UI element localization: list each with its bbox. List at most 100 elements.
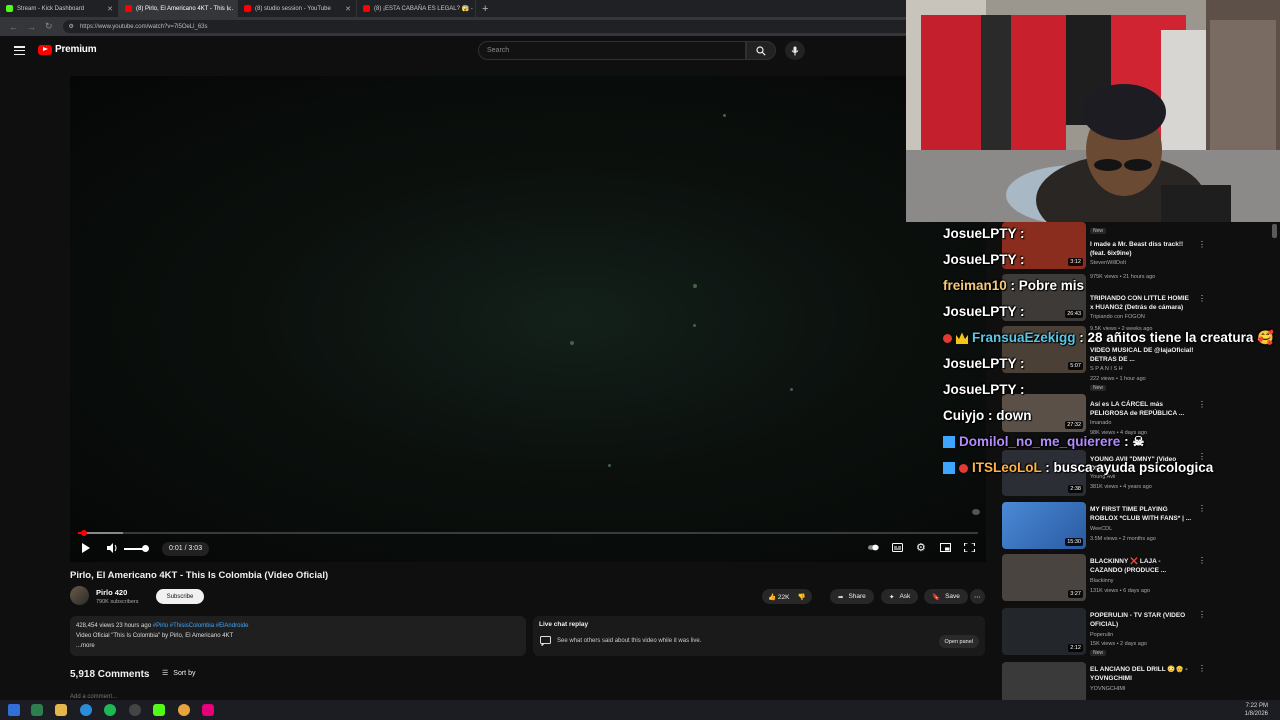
duration-badge: 15:30 [1065,538,1083,546]
volume-knob[interactable] [142,545,149,552]
channel-name[interactable]: Pirlo 420 [96,588,127,597]
file-explorer-icon[interactable] [55,704,67,716]
system-clock[interactable]: 7:22 PM 1/8/2026 [1245,702,1268,718]
more-vertical-icon[interactable]: ⋮ [1198,664,1206,673]
search-button[interactable] [746,41,776,60]
kick-favicon-icon [6,5,13,12]
recommended-video[interactable]: EL ANCIANO DEL DRILL 😳👴 - YOVNGCHIMI YOV… [1002,662,1280,700]
start-menu-icon[interactable] [8,704,20,716]
video-progress-bar[interactable] [78,530,978,536]
video-frame-detail [693,324,696,327]
recommended-title[interactable]: EL ANCIANO DEL DRILL 😳👴 - YOVNGCHIMI [1090,665,1194,683]
chat-text: Pobre mis [1018,278,1085,293]
video-description[interactable]: 428,454 views 23 hours ago #Pirlo #Thisi… [70,616,526,656]
sparkle-icon: ✦ [889,593,895,601]
chrome-icon[interactable] [178,704,190,716]
edge-browser-icon[interactable] [80,704,92,716]
close-tab-icon[interactable]: ✕ [226,5,232,13]
kick-icon[interactable] [153,704,165,716]
recommended-video[interactable]: 15:30 MY FIRST TIME PLAYING ROBLOX *CLUB… [1002,502,1280,554]
thumbs-down-icon: 👎 [797,593,806,601]
recommended-channel[interactable]: WeeCDL [1090,526,1112,532]
channel-avatar[interactable] [70,586,89,605]
back-icon[interactable]: ← [9,22,18,32]
browser-tab[interactable]: Stream - Kick Dashboard ✕ [0,0,119,17]
taskbar-app-icon[interactable] [202,704,214,716]
subtitles-icon[interactable] [892,543,903,552]
url-field[interactable]: ⚙ https://www.youtube.com/watch?v=7l5OeL… [62,20,923,33]
sort-icon: ☰ [162,670,169,677]
site-info-icon[interactable]: ⚙ [69,23,74,30]
close-tab-icon[interactable]: ✕ [107,5,113,13]
video-player[interactable] [70,76,986,562]
subscriber-count: 790K subscribers [96,599,139,605]
autoplay-toggle-icon[interactable] [868,543,879,552]
duration-badge: 2:38 [1068,485,1083,493]
close-tab-icon[interactable]: ✕ [464,5,470,13]
play-icon[interactable] [82,543,90,553]
close-tab-icon[interactable]: ✕ [345,5,351,13]
hamburger-menu-icon[interactable] [14,46,25,55]
comments-count: 5,918 Comments [70,669,150,680]
browser-tab[interactable]: (8) studio session - YouTube ✕ [238,0,357,17]
voice-search-button[interactable] [785,41,805,60]
youtube-favicon-icon [363,5,370,12]
recommended-title[interactable]: MY FIRST TIME PLAYING ROBLOX *CLUB WITH … [1090,505,1194,523]
webcam-feed-image [906,0,1280,222]
clock-date: 1/8/2026 [1244,711,1268,717]
chat-message: JosueLPTY : [943,226,1025,241]
show-more-link[interactable]: ...more [76,641,520,651]
browser-tab[interactable]: (8) ¡ESTA CABAÑA ES LEGAL? 😱 - ✕ [357,0,476,17]
save-button[interactable]: 🔖 Save [924,589,968,604]
like-count: 22K [777,593,790,601]
video-thumbnail[interactable]: 15:30 [1002,502,1086,549]
fullscreen-icon[interactable] [964,543,975,552]
forward-icon[interactable]: → [27,22,36,32]
recommended-title[interactable]: BLACKINNY ❌ LAJA - CAZANDO (PRODUCE ... [1090,557,1194,575]
chat-separator: : [1016,382,1025,397]
chat-message: freiman10 : Pobre mis [943,278,1084,293]
youtube-logo[interactable]: Premium [38,44,97,55]
microphone-icon [791,46,799,55]
subscribe-button[interactable]: Subscribe [156,589,204,604]
recommended-channel[interactable]: Blackinny [1090,578,1114,584]
chat-message: FransuaEzekigg : 28 añitos tiene la crea… [943,330,1274,346]
obs-icon[interactable] [129,704,141,716]
recommended-video[interactable]: 3:27 BLACKINNY ❌ LAJA - CAZANDO (PRODUCE… [1002,554,1280,606]
video-frame-detail [972,509,980,515]
spotify-icon[interactable] [104,704,116,716]
video-frame-detail [693,284,697,288]
browser-tab-active[interactable]: (8) Pirlo, El Americano 4KT - This I... ✕ [119,0,238,17]
recommended-video[interactable]: 2:12 POPERULIN - TV STAR (VIDEO OFICIAL)… [1002,608,1280,660]
more-actions-button[interactable]: ⋯ [970,589,985,604]
chat-message: JosueLPTY : [943,252,1025,267]
duration-badge: 2:12 [1068,644,1083,652]
more-vertical-icon[interactable]: ⋮ [1198,610,1206,619]
video-thumbnail[interactable] [1002,662,1086,700]
progress-scrubber[interactable] [80,530,87,536]
video-thumbnail[interactable]: 3:27 [1002,554,1086,601]
search-input[interactable]: Search [478,41,746,60]
open-panel-button[interactable]: Open panel [938,635,979,648]
recommended-channel[interactable]: YOVNGCHIMI [1090,686,1125,692]
taskbar-app-icon[interactable] [31,704,43,716]
dislike-button[interactable]: 👎 [797,593,805,601]
more-horizontal-icon: ⋯ [974,593,981,601]
video-thumbnail[interactable]: 2:12 [1002,608,1086,655]
reload-icon[interactable]: ↻ [45,21,53,32]
ask-button[interactable]: ✦ Ask [881,589,919,604]
new-tab-icon[interactable]: + [482,3,488,15]
chat-separator: : [1006,278,1019,293]
hashtags[interactable]: #Pirlo #ThisisColombia #ElAndroide [153,623,249,629]
recommended-title[interactable]: POPERULIN - TV STAR (VIDEO OFICIAL) [1090,611,1194,629]
like-button[interactable]: 👍 22K [768,593,789,601]
recommended-channel[interactable]: Poperulin [1090,632,1113,638]
sort-by-button[interactable]: ☰ Sort by [162,669,195,678]
share-button[interactable]: ➦ Share [830,589,874,604]
miniplayer-icon[interactable] [940,543,951,552]
more-vertical-icon[interactable]: ⋮ [1198,556,1206,565]
volume-icon[interactable] [107,543,119,553]
more-vertical-icon[interactable]: ⋮ [1198,504,1206,513]
settings-gear-icon[interactable]: ⚙ [916,541,926,554]
verified-badge-icon [943,462,955,475]
